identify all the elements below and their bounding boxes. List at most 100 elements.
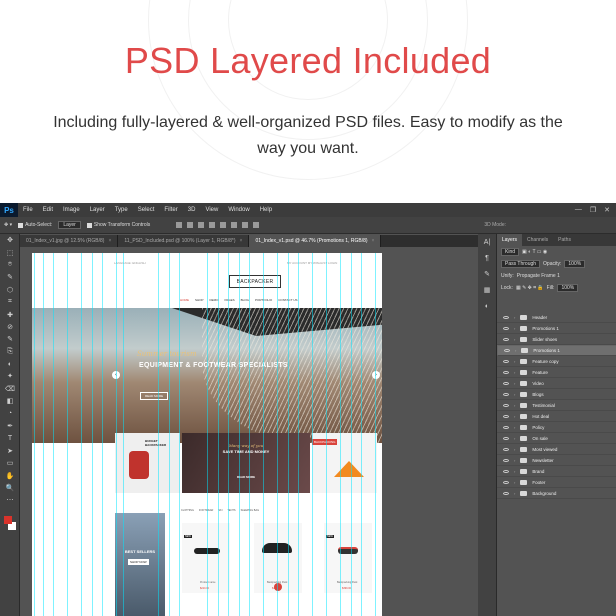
tool-icon[interactable]: ⌾: [0, 259, 20, 271]
panel-tab-paths[interactable]: Paths: [553, 234, 576, 246]
layer-row[interactable]: › Feature copy: [497, 356, 616, 367]
align-icon[interactable]: [198, 222, 205, 228]
visibility-eye-icon[interactable]: [503, 491, 509, 495]
layer-row[interactable]: › Most viewed: [497, 444, 616, 455]
auto-select-option[interactable]: Auto-Select:: [18, 222, 52, 228]
tool-icon[interactable]: ➤: [0, 445, 20, 457]
expand-caret-icon[interactable]: ›: [514, 458, 515, 463]
tool-icon[interactable]: ◧: [0, 395, 20, 407]
visibility-eye-icon[interactable]: [503, 425, 509, 429]
visibility-eye-icon[interactable]: [503, 337, 509, 341]
menu-item-layer[interactable]: Layer: [85, 207, 110, 213]
tool-icon[interactable]: ◐: [0, 358, 20, 370]
tool-icon[interactable]: ✥: [0, 234, 20, 246]
tool-icon[interactable]: ✚: [0, 308, 20, 320]
layer-row[interactable]: › Video: [497, 378, 616, 389]
menu-item-help[interactable]: Help: [255, 207, 277, 213]
tool-icon[interactable]: ▭: [0, 457, 20, 469]
layer-row[interactable]: › Header: [497, 312, 616, 323]
layer-row[interactable]: › Newsletter: [497, 455, 616, 466]
expand-caret-icon[interactable]: ›: [515, 348, 516, 353]
checkbox-icon[interactable]: [18, 222, 24, 228]
layer-row[interactable]: › Promotions 1: [497, 345, 616, 356]
layer-row[interactable]: › Brand: [497, 466, 616, 477]
visibility-eye-icon[interactable]: [504, 349, 510, 352]
expand-caret-icon[interactable]: ›: [514, 337, 515, 342]
expand-caret-icon[interactable]: ›: [514, 425, 515, 430]
expand-caret-icon[interactable]: ›: [514, 469, 515, 474]
history-icon[interactable]: A|: [478, 234, 496, 250]
close-tab-icon[interactable]: ×: [372, 238, 375, 244]
opacity-input[interactable]: 100%: [564, 260, 586, 268]
expand-caret-icon[interactable]: ›: [514, 326, 515, 331]
layer-row[interactable]: › Testimonial: [497, 400, 616, 411]
visibility-eye-icon[interactable]: [503, 469, 509, 473]
align-icon[interactable]: [187, 222, 194, 228]
layer-row[interactable]: › Policy: [497, 422, 616, 433]
expand-caret-icon[interactable]: ›: [514, 392, 515, 397]
expand-caret-icon[interactable]: ›: [514, 447, 515, 452]
align-icon[interactable]: [253, 222, 260, 228]
tool-icon[interactable]: ✎: [0, 333, 20, 345]
transform-option[interactable]: Show Transform Controls: [86, 222, 150, 228]
document-tab[interactable]: 01_Index_v1.psd @ 46.7% (Promotions 1, R…: [249, 235, 382, 247]
document-tab[interactable]: 11_PSD_Included.psd @ 100% (Layer 1, RGB…: [118, 235, 250, 247]
layer-row[interactable]: › Feature: [497, 367, 616, 378]
tool-icon[interactable]: 🔍: [0, 482, 20, 494]
menu-item-file[interactable]: File: [18, 207, 38, 213]
close-tab-icon[interactable]: ×: [240, 238, 243, 244]
visibility-eye-icon[interactable]: [503, 414, 509, 418]
expand-caret-icon[interactable]: ›: [514, 403, 515, 408]
close-icon[interactable]: ✕: [604, 206, 610, 214]
foreground-color-swatch[interactable]: [4, 516, 12, 524]
menu-item-type[interactable]: Type: [110, 207, 133, 213]
visibility-eye-icon[interactable]: [503, 392, 509, 396]
tool-icon[interactable]: ✒: [0, 420, 20, 432]
align-icon[interactable]: [176, 222, 183, 228]
expand-caret-icon[interactable]: ›: [514, 414, 515, 419]
move-icon[interactable]: ✥ ▾: [4, 222, 12, 228]
tool-icon[interactable]: ✦: [0, 370, 20, 382]
tool-icon[interactable]: ✋: [0, 469, 20, 481]
expand-caret-icon[interactable]: ›: [514, 370, 515, 375]
menu-item-window[interactable]: Window: [223, 207, 254, 213]
expand-caret-icon[interactable]: ›: [514, 436, 515, 441]
expand-caret-icon[interactable]: ›: [514, 491, 515, 496]
menu-item-select[interactable]: Select: [133, 207, 160, 213]
blend-mode-select[interactable]: Pass Through: [501, 260, 541, 268]
tool-icon[interactable]: ◔: [0, 407, 20, 419]
adjustments-icon[interactable]: ◐: [478, 298, 496, 314]
tool-icon[interactable]: ✎: [0, 271, 20, 283]
brush-settings-icon[interactable]: ✎: [478, 266, 496, 282]
checkbox-icon[interactable]: [86, 222, 92, 228]
menu-item-filter[interactable]: Filter: [159, 207, 182, 213]
tool-icon[interactable]: ⌫: [0, 383, 20, 395]
panel-tab-channels[interactable]: Channels: [522, 234, 553, 246]
visibility-eye-icon[interactable]: [503, 381, 509, 385]
layer-row[interactable]: › Blogs: [497, 389, 616, 400]
layer-row[interactable]: › Background: [497, 488, 616, 499]
menu-item-image[interactable]: Image: [58, 207, 85, 213]
visibility-eye-icon[interactable]: [503, 359, 509, 363]
menu-item-view[interactable]: View: [200, 207, 223, 213]
tool-icon[interactable]: ⬡: [0, 284, 20, 296]
layer-row[interactable]: › Slider shoes: [497, 334, 616, 345]
layer-select[interactable]: Layer: [58, 221, 81, 229]
expand-caret-icon[interactable]: ›: [514, 315, 515, 320]
layer-row[interactable]: › Hot deal: [497, 411, 616, 422]
menu-item-3d[interactable]: 3D: [183, 207, 201, 213]
align-icon[interactable]: [242, 222, 249, 228]
tool-icon[interactable]: ⊘: [0, 321, 20, 333]
fill-input[interactable]: 100%: [557, 284, 579, 292]
align-icon[interactable]: [209, 222, 216, 228]
visibility-eye-icon[interactable]: [503, 447, 509, 451]
expand-caret-icon[interactable]: ›: [514, 381, 515, 386]
tool-icon[interactable]: ⋯: [0, 494, 20, 506]
layer-row[interactable]: › Promotions 1: [497, 323, 616, 334]
expand-caret-icon[interactable]: ›: [514, 359, 515, 364]
panel-tab-layers[interactable]: Layers: [497, 234, 523, 246]
document-canvas[interactable]: LANGUAGE: ENGLISH MY ACCOUNT MY WISHLIST…: [32, 253, 382, 616]
menu-item-edit[interactable]: Edit: [38, 207, 58, 213]
visibility-eye-icon[interactable]: [503, 315, 509, 319]
tool-icon[interactable]: ⬚: [0, 246, 20, 258]
